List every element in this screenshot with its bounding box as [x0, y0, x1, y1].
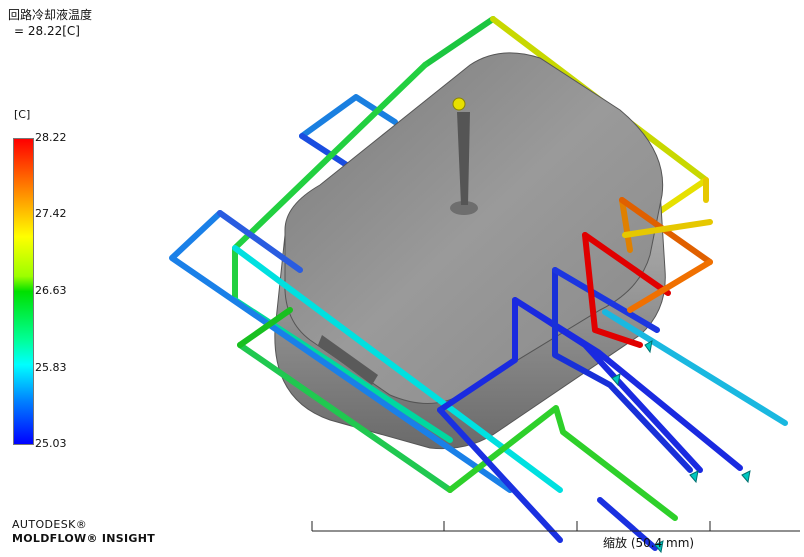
- injection-point-icon[interactable]: [452, 97, 466, 111]
- autodesk-moldflow-logo: AUTODESK® MOLDFLOW® INSIGHT: [12, 518, 155, 546]
- legend-tick: 26.63: [35, 284, 67, 297]
- legend-unit: [C]: [14, 108, 31, 121]
- scale-label: 缩放 (50.4 mm): [603, 536, 695, 550]
- result-title-block: 回路冷却液温度 = 28.22[C]: [8, 7, 92, 39]
- inlet-arrow-icon: [644, 340, 653, 354]
- inlet-arrow-icon: [741, 470, 751, 484]
- brand-line-1: AUTODESK®: [12, 518, 88, 531]
- brand-line-2: MOLDFLOW® INSIGHT: [12, 532, 156, 545]
- scale-bar: [311, 521, 800, 532]
- color-legend-bar: [13, 138, 34, 445]
- result-title: 回路冷却液温度: [8, 8, 93, 22]
- model-viewport[interactable]: [0, 0, 804, 557]
- legend-tick-max: 28.22: [35, 131, 67, 144]
- legend-tick: 27.42: [35, 207, 67, 220]
- legend-tick-min: 25.03: [35, 437, 67, 450]
- legend-tick: 25.83: [35, 361, 67, 374]
- result-max-value: = 28.22[C]: [14, 24, 80, 38]
